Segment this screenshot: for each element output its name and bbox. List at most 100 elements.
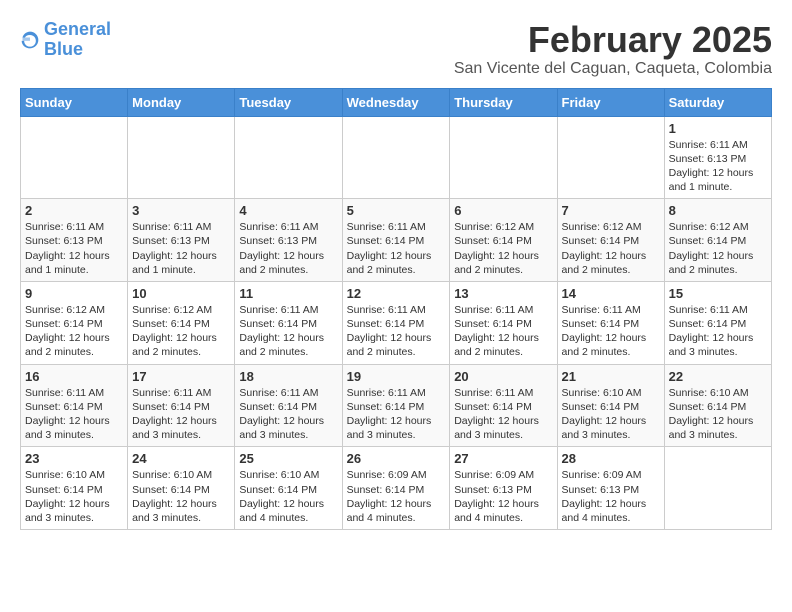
day-number: 5: [347, 203, 446, 218]
calendar-cell: 27Sunrise: 6:09 AM Sunset: 6:13 PM Dayli…: [450, 447, 557, 530]
page-subtitle: San Vicente del Caguan, Caqueta, Colombi…: [454, 60, 772, 78]
logo-general: General: [44, 19, 111, 39]
calendar-cell: 7 Sunrise: 6:12 AM Sunset: 6:14 PM Daylig…: [557, 199, 664, 282]
day-number: 13: [454, 286, 552, 301]
calendar-cell: 3 Sunrise: 6:11 AM Sunset: 6:13 PM Daylig…: [128, 199, 235, 282]
day-info: Sunrise: 6:11 AM Sunset: 6:13 PM Dayligh…: [25, 220, 123, 277]
page-title: February 2025: [454, 20, 772, 60]
day-number: 23: [25, 451, 123, 466]
calendar-cell: [342, 116, 450, 199]
day-info: Sunrise: 6:11 AM Sunset: 6:14 PM Dayligh…: [132, 386, 230, 443]
weekday-header-tuesday: Tuesday: [235, 88, 342, 116]
calendar-cell: 21 Sunrise: 6:10 AM Sunset: 6:14 PM Dayli…: [557, 364, 664, 447]
day-info: Sunrise: 6:11 AM Sunset: 6:14 PM Dayligh…: [347, 386, 446, 443]
calendar-week-5: 23 Sunrise: 6:10 AM Sunset: 6:14 PM Dayli…: [21, 447, 772, 530]
weekday-header-saturday: Saturday: [664, 88, 771, 116]
day-info: Sunrise: 6:12 AM Sunset: 6:14 PM Dayligh…: [25, 303, 123, 360]
calendar-week-1: 1Sunrise: 6:11 AM Sunset: 6:13 PM Daylig…: [21, 116, 772, 199]
day-number: 7: [562, 203, 660, 218]
day-info: Sunrise: 6:12 AM Sunset: 6:14 PM Dayligh…: [132, 303, 230, 360]
calendar-cell: 11 Sunrise: 6:11 AM Sunset: 6:14 PM Dayli…: [235, 281, 342, 364]
day-number: 20: [454, 369, 552, 384]
weekday-header-wednesday: Wednesday: [342, 88, 450, 116]
calendar-cell: 9 Sunrise: 6:12 AM Sunset: 6:14 PM Daylig…: [21, 281, 128, 364]
day-info: Sunrise: 6:11 AM Sunset: 6:14 PM Dayligh…: [347, 303, 446, 360]
day-number: 10: [132, 286, 230, 301]
calendar-cell: 16Sunrise: 6:11 AM Sunset: 6:14 PM Dayli…: [21, 364, 128, 447]
calendar-cell: 2 Sunrise: 6:11 AM Sunset: 6:13 PM Daylig…: [21, 199, 128, 282]
calendar-cell: [557, 116, 664, 199]
calendar-cell: 22 Sunrise: 6:10 AM Sunset: 6:14 PM Dayli…: [664, 364, 771, 447]
header: General Blue February 2025 San Vicente d…: [20, 20, 772, 78]
day-number: 17: [132, 369, 230, 384]
calendar-header: SundayMondayTuesdayWednesdayThursdayFrid…: [21, 88, 772, 116]
day-info: Sunrise: 6:11 AM Sunset: 6:14 PM Dayligh…: [347, 220, 446, 277]
day-info: Sunrise: 6:12 AM Sunset: 6:14 PM Dayligh…: [562, 220, 660, 277]
weekday-header-friday: Friday: [557, 88, 664, 116]
day-info: Sunrise: 6:11 AM Sunset: 6:14 PM Dayligh…: [562, 303, 660, 360]
day-info: Sunrise: 6:09 AM Sunset: 6:13 PM Dayligh…: [562, 468, 660, 525]
day-number: 19: [347, 369, 446, 384]
day-number: 8: [669, 203, 767, 218]
day-info: Sunrise: 6:10 AM Sunset: 6:14 PM Dayligh…: [239, 468, 337, 525]
calendar-week-4: 16 Sunrise: 6:11 AM Sunset: 6:14 PM Dayli…: [21, 364, 772, 447]
day-info: Sunrise: 6:11 AM Sunset: 6:13 PM Dayligh…: [239, 220, 337, 277]
title-block: February 2025 San Vicente del Caguan, Ca…: [454, 20, 772, 78]
day-number: 28: [562, 451, 660, 466]
calendar-cell: 1Sunrise: 6:11 AM Sunset: 6:13 PM Daylig…: [664, 116, 771, 199]
day-number: 26: [347, 451, 446, 466]
calendar-cell: [21, 116, 128, 199]
calendar-week-2: 2 Sunrise: 6:11 AM Sunset: 6:13 PM Daylig…: [21, 199, 772, 282]
calendar-cell: 5 Sunrise: 6:11 AM Sunset: 6:14 PM Daylig…: [342, 199, 450, 282]
calendar: SundayMondayTuesdayWednesdayThursdayFrid…: [20, 88, 772, 530]
day-info: Sunrise: 6:11 AM Sunset: 6:14 PM Dayligh…: [669, 303, 767, 360]
calendar-cell: 25 Sunrise: 6:10 AM Sunset: 6:14 PM Dayli…: [235, 447, 342, 530]
day-info: Sunrise: 6:09 AM Sunset: 6:14 PM Dayligh…: [347, 468, 446, 525]
weekday-header-thursday: Thursday: [450, 88, 557, 116]
calendar-cell: 4 Sunrise: 6:11 AM Sunset: 6:13 PM Daylig…: [235, 199, 342, 282]
calendar-cell: 6Sunrise: 6:12 AM Sunset: 6:14 PM Daylig…: [450, 199, 557, 282]
day-number: 25: [239, 451, 337, 466]
calendar-cell: 18Sunrise: 6:11 AM Sunset: 6:14 PM Dayli…: [235, 364, 342, 447]
day-number: 11: [239, 286, 337, 301]
day-number: 9: [25, 286, 123, 301]
day-info: Sunrise: 6:11 AM Sunset: 6:14 PM Dayligh…: [454, 386, 552, 443]
calendar-cell: 10 Sunrise: 6:12 AM Sunset: 6:14 PM Dayli…: [128, 281, 235, 364]
day-info: Sunrise: 6:09 AM Sunset: 6:13 PM Dayligh…: [454, 468, 552, 525]
day-number: 4: [239, 203, 337, 218]
calendar-cell: 20 Sunrise: 6:11 AM Sunset: 6:14 PM Dayli…: [450, 364, 557, 447]
weekday-header-monday: Monday: [128, 88, 235, 116]
day-number: 24: [132, 451, 230, 466]
day-number: 16: [25, 369, 123, 384]
day-info: Sunrise: 6:11 AM Sunset: 6:13 PM Dayligh…: [132, 220, 230, 277]
day-info: Sunrise: 6:11 AM Sunset: 6:14 PM Dayligh…: [239, 386, 337, 443]
weekday-header-row: SundayMondayTuesdayWednesdayThursdayFrid…: [21, 88, 772, 116]
day-info: Sunrise: 6:10 AM Sunset: 6:14 PM Dayligh…: [132, 468, 230, 525]
day-number: 2: [25, 203, 123, 218]
calendar-week-3: 9 Sunrise: 6:12 AM Sunset: 6:14 PM Daylig…: [21, 281, 772, 364]
day-number: 3: [132, 203, 230, 218]
calendar-cell: [235, 116, 342, 199]
calendar-body: 1Sunrise: 6:11 AM Sunset: 6:13 PM Daylig…: [21, 116, 772, 529]
day-info: Sunrise: 6:10 AM Sunset: 6:14 PM Dayligh…: [669, 386, 767, 443]
calendar-cell: 12 Sunrise: 6:11 AM Sunset: 6:14 PM Dayli…: [342, 281, 450, 364]
day-number: 15: [669, 286, 767, 301]
day-info: Sunrise: 6:11 AM Sunset: 6:14 PM Dayligh…: [454, 303, 552, 360]
day-info: Sunrise: 6:10 AM Sunset: 6:14 PM Dayligh…: [25, 468, 123, 525]
day-info: Sunrise: 6:11 AM Sunset: 6:14 PM Dayligh…: [239, 303, 337, 360]
day-number: 6: [454, 203, 552, 218]
logo-text: General Blue: [44, 20, 111, 60]
calendar-cell: 24 Sunrise: 6:10 AM Sunset: 6:14 PM Dayli…: [128, 447, 235, 530]
day-info: Sunrise: 6:11 AM Sunset: 6:13 PM Dayligh…: [669, 138, 767, 195]
day-number: 14: [562, 286, 660, 301]
calendar-cell: [450, 116, 557, 199]
day-info: Sunrise: 6:10 AM Sunset: 6:14 PM Dayligh…: [562, 386, 660, 443]
calendar-cell: 17 Sunrise: 6:11 AM Sunset: 6:14 PM Dayli…: [128, 364, 235, 447]
calendar-cell: 14 Sunrise: 6:11 AM Sunset: 6:14 PM Dayli…: [557, 281, 664, 364]
day-number: 21: [562, 369, 660, 384]
calendar-cell: 8Sunrise: 6:12 AM Sunset: 6:14 PM Daylig…: [664, 199, 771, 282]
day-number: 12: [347, 286, 446, 301]
logo-blue: Blue: [44, 39, 83, 59]
day-number: 22: [669, 369, 767, 384]
calendar-cell: 19 Sunrise: 6:11 AM Sunset: 6:14 PM Dayli…: [342, 364, 450, 447]
